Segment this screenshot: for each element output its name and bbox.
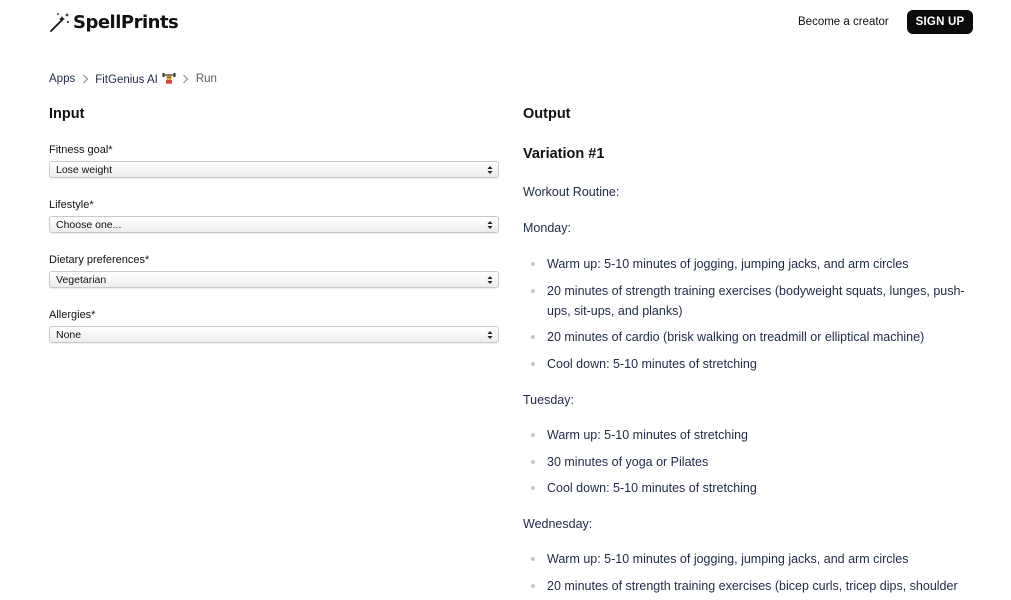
list-item: Cool down: 5-10 minutes of stretching [523,478,978,498]
list-item: 20 minutes of strength training exercise… [523,576,978,596]
list-item: 30 minutes of yoga or Pilates [523,452,978,472]
routine-heading: Workout Routine: [523,185,620,199]
allergies-field: Allergies* None [49,309,499,343]
bullet [531,362,535,366]
lifestyle-field: Lifestyle* Choose one... [49,199,499,233]
bullet [531,289,535,293]
bullet [531,460,535,464]
select-value: Lose weight [56,163,113,176]
select-value: Choose one... [56,218,122,231]
bullet [531,557,535,561]
breadcrumb-app[interactable]: FitGenius AI [95,71,176,86]
list-item: 20 minutes of cardio (brisk walking on t… [523,327,978,347]
chevron-right-icon [176,74,196,84]
list-item-text: 20 minutes of cardio (brisk walking on t… [547,330,925,344]
list-item: Warm up: 5-10 minutes of jogging, jumpin… [523,549,978,569]
breadcrumb: Apps FitGenius AI Run [49,71,217,87]
variation-title: Variation #1 [523,146,605,162]
bullet [531,584,535,588]
breadcrumb-apps[interactable]: Apps [49,73,75,85]
input-title: Input [49,106,85,122]
chevron-right-icon [75,74,95,84]
select-value: None [56,328,82,341]
become-creator-link[interactable]: Become a creator [798,16,889,28]
field-label: Allergies* [49,309,96,321]
fitness-goal-select[interactable]: Lose weight [49,161,499,178]
robot-weightlifter-emoji [162,73,176,84]
select-value: Vegetarian [56,273,107,286]
list-item: Warm up: 5-10 minutes of jogging, jumpin… [523,254,978,274]
breadcrumb-current: Run [195,72,217,85]
list-item: Cool down: 5-10 minutes of stretching [523,354,978,374]
dietary-preferences-field: Dietary preferences* Vegetarian [49,254,499,288]
field-label: Lifestyle* [49,199,94,211]
bullet [531,433,535,437]
list-item: Warm up: 5-10 minutes of stretching [523,425,978,445]
list-item: 20 minutes of strength training exercise… [523,281,978,321]
list-item-text: 30 minutes of yoga or Pilates [547,455,709,469]
list-item-text: Warm up: 5-10 minutes of jogging, jumpin… [547,552,909,566]
up-down-arrows-icon [486,219,494,230]
day-heading-tuesday: Tuesday: [523,393,574,407]
bullet [531,335,535,339]
bullet [531,262,535,266]
dietary-preferences-select[interactable]: Vegetarian [49,271,499,288]
up-down-arrows-icon [486,329,494,340]
up-down-arrows-icon [486,164,494,175]
brand-logo[interactable]: SpellPrints [49,11,179,33]
fitness-goal-field: Fitness goal* Lose weight [49,144,499,178]
output-title: Output [523,106,571,122]
bullet [531,486,535,490]
top-header: SpellPrints Become a creator SIGN UP [0,0,1011,46]
list-item-text: Warm up: 5-10 minutes of stretching [547,428,749,442]
brand-name: SpellPrints [73,11,179,33]
input-panel: Input Fitness goal* Lose weight Lifestyl… [49,106,499,343]
breadcrumb-app-label: FitGenius AI [95,74,158,86]
list-item-text: 20 minutes of strength training exercise… [547,579,958,593]
day-heading-monday: Monday: [523,221,571,235]
list-item-text: Cool down: 5-10 minutes of stretching [547,481,757,495]
sign-up-button[interactable]: SIGN UP [907,10,973,34]
magic-wand-icon [50,13,69,32]
list-item-text: Warm up: 5-10 minutes of jogging, jumpin… [547,257,909,271]
list-item-text: 20 minutes of strength training exercise… [547,284,965,318]
day-heading-wednesday: Wednesday: [523,517,593,531]
output-panel: Output Variation #1 Workout Routine: Mon… [523,106,983,593]
allergies-select[interactable]: None [49,326,499,343]
field-label: Dietary preferences* [49,254,150,266]
up-down-arrows-icon [486,274,494,285]
list-item-text: Cool down: 5-10 minutes of stretching [547,357,757,371]
field-label: Fitness goal* [49,144,113,156]
lifestyle-select[interactable]: Choose one... [49,216,499,233]
